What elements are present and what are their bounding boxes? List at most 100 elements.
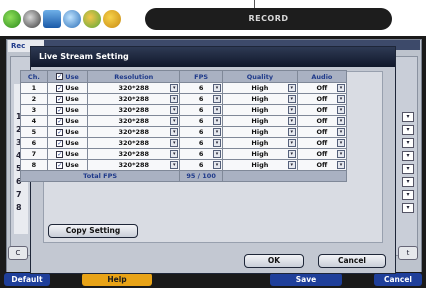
- clock-icon[interactable]: [63, 10, 81, 28]
- quality-select[interactable]: High ▾: [223, 139, 296, 148]
- background-dropdown[interactable]: ▾: [402, 138, 414, 148]
- bottom-cancel-button[interactable]: Cancel: [374, 273, 422, 286]
- use-checkbox[interactable]: ✓: [56, 128, 64, 136]
- background-dropdown[interactable]: ▾: [402, 177, 414, 187]
- use-checkbox[interactable]: ✓: [56, 95, 64, 103]
- use-cell[interactable]: ✓ Use: [46, 115, 89, 127]
- dropdown-arrow-icon[interactable]: ▾: [212, 139, 221, 147]
- background-left-button[interactable]: C: [8, 246, 28, 260]
- background-dropdown[interactable]: ▾: [402, 164, 414, 174]
- use-checkbox[interactable]: ✓: [56, 150, 64, 158]
- dropdown-arrow-icon[interactable]: ▾: [337, 161, 345, 169]
- dropdown-arrow-icon[interactable]: ▾: [337, 139, 345, 147]
- network-icon[interactable]: [83, 10, 101, 28]
- dropdown-arrow-icon[interactable]: ▾: [212, 128, 221, 136]
- dropdown-arrow-icon[interactable]: ▾: [337, 95, 345, 103]
- fps-select[interactable]: 6 ▾: [181, 95, 222, 104]
- use-checkbox[interactable]: ✓: [56, 84, 64, 92]
- dropdown-arrow-icon[interactable]: ▾: [212, 95, 221, 103]
- dropdown-arrow-icon[interactable]: ▾: [212, 106, 221, 114]
- dropdown-arrow-icon[interactable]: ▾: [212, 150, 221, 158]
- dropdown-arrow-icon[interactable]: ▾: [287, 95, 296, 103]
- audio-cell[interactable]: Off ▾: [296, 137, 348, 149]
- use-checkbox[interactable]: ✓: [56, 161, 64, 169]
- quality-cell[interactable]: High ▾: [221, 115, 298, 127]
- quality-cell[interactable]: High ▾: [221, 82, 298, 94]
- dropdown-arrow-icon[interactable]: ▾: [287, 161, 296, 169]
- resolution-cell[interactable]: 320*288 ▾: [87, 148, 181, 160]
- audio-select[interactable]: Off ▾: [298, 106, 345, 115]
- audio-cell[interactable]: Off ▾: [296, 126, 348, 138]
- audio-select[interactable]: Off ▾: [298, 161, 345, 170]
- dropdown-arrow-icon[interactable]: ▾: [170, 95, 179, 103]
- audio-cell[interactable]: Off ▾: [296, 115, 348, 127]
- fps-select[interactable]: 6 ▾: [181, 150, 222, 159]
- background-dropdown[interactable]: ▾: [402, 151, 414, 161]
- camera-icon[interactable]: [23, 10, 41, 28]
- use-checkbox[interactable]: ✓: [56, 106, 64, 114]
- dropdown-arrow-icon[interactable]: ▾: [170, 161, 179, 169]
- fps-select[interactable]: 6 ▾: [181, 161, 222, 170]
- quality-cell[interactable]: High ▾: [221, 104, 298, 116]
- use-checkbox[interactable]: ✓: [56, 117, 64, 125]
- audio-select[interactable]: Off ▾: [298, 95, 345, 104]
- audio-select[interactable]: Off ▾: [298, 128, 345, 137]
- use-cell[interactable]: ✓ Use: [46, 93, 89, 105]
- resolution-select[interactable]: 320*288 ▾: [89, 106, 179, 115]
- fps-select[interactable]: 6 ▾: [181, 84, 222, 93]
- resolution-select[interactable]: 320*288 ▾: [89, 150, 179, 159]
- fps-cell[interactable]: 6 ▾: [179, 104, 223, 116]
- fps-select[interactable]: 6 ▾: [181, 117, 222, 126]
- dropdown-arrow-icon[interactable]: ▾: [170, 84, 179, 92]
- resolution-select[interactable]: 320*288 ▾: [89, 139, 179, 148]
- audio-select[interactable]: Off ▾: [298, 84, 345, 93]
- dropdown-arrow-icon[interactable]: ▾: [170, 139, 179, 147]
- dropdown-arrow-icon[interactable]: ▾: [170, 128, 179, 136]
- column-header-use[interactable]: ✓ Use: [46, 70, 89, 83]
- audio-select[interactable]: Off ▾: [298, 139, 345, 148]
- use-all-checkbox[interactable]: ✓: [56, 73, 64, 80]
- quality-select[interactable]: High ▾: [223, 161, 296, 170]
- quality-select[interactable]: High ▾: [223, 84, 296, 93]
- fps-cell[interactable]: 6 ▾: [179, 115, 223, 127]
- use-cell[interactable]: ✓ Use: [46, 148, 89, 160]
- quality-cell[interactable]: High ▾: [221, 126, 298, 138]
- quality-cell[interactable]: High ▾: [221, 159, 298, 171]
- dropdown-arrow-icon[interactable]: ▾: [287, 128, 296, 136]
- fps-cell[interactable]: 6 ▾: [179, 148, 223, 160]
- resolution-select[interactable]: 320*288 ▾: [89, 95, 179, 104]
- use-checkbox[interactable]: ✓: [56, 139, 64, 147]
- quality-cell[interactable]: High ▾: [221, 148, 298, 160]
- copy-setting-button[interactable]: Copy Setting: [48, 224, 138, 238]
- dropdown-arrow-icon[interactable]: ▾: [337, 84, 345, 92]
- dropdown-arrow-icon[interactable]: ▾: [287, 84, 296, 92]
- dropdown-arrow-icon[interactable]: ▾: [170, 150, 179, 158]
- use-cell[interactable]: ✓ Use: [46, 137, 89, 149]
- dropdown-arrow-icon[interactable]: ▾: [337, 117, 345, 125]
- quality-cell[interactable]: High ▾: [221, 93, 298, 105]
- resolution-select[interactable]: 320*288 ▾: [89, 128, 179, 137]
- quality-select[interactable]: High ▾: [223, 95, 296, 104]
- fps-select[interactable]: 6 ▾: [181, 139, 222, 148]
- dropdown-arrow-icon[interactable]: ▾: [170, 117, 179, 125]
- dropdown-arrow-icon[interactable]: ▾: [337, 106, 345, 114]
- audio-select[interactable]: Off ▾: [298, 117, 345, 126]
- quality-select[interactable]: High ▾: [223, 150, 296, 159]
- ok-button[interactable]: OK: [244, 254, 304, 268]
- dropdown-arrow-icon[interactable]: ▾: [337, 150, 345, 158]
- audio-cell[interactable]: Off ▾: [296, 93, 348, 105]
- save-button[interactable]: Save: [270, 273, 342, 286]
- quality-select[interactable]: High ▾: [223, 128, 296, 137]
- quality-select[interactable]: High ▾: [223, 106, 296, 115]
- fps-select[interactable]: 6 ▾: [181, 128, 222, 137]
- dropdown-arrow-icon[interactable]: ▾: [212, 84, 221, 92]
- resolution-cell[interactable]: 320*288 ▾: [87, 137, 181, 149]
- resolution-cell[interactable]: 320*288 ▾: [87, 159, 181, 171]
- fps-cell[interactable]: 6 ▾: [179, 93, 223, 105]
- fps-cell[interactable]: 6 ▾: [179, 159, 223, 171]
- resolution-select[interactable]: 320*288 ▾: [89, 161, 179, 170]
- background-dropdown[interactable]: ▾: [402, 203, 414, 213]
- use-cell[interactable]: ✓ Use: [46, 104, 89, 116]
- resolution-cell[interactable]: 320*288 ▾: [87, 93, 181, 105]
- dropdown-arrow-icon[interactable]: ▾: [212, 117, 221, 125]
